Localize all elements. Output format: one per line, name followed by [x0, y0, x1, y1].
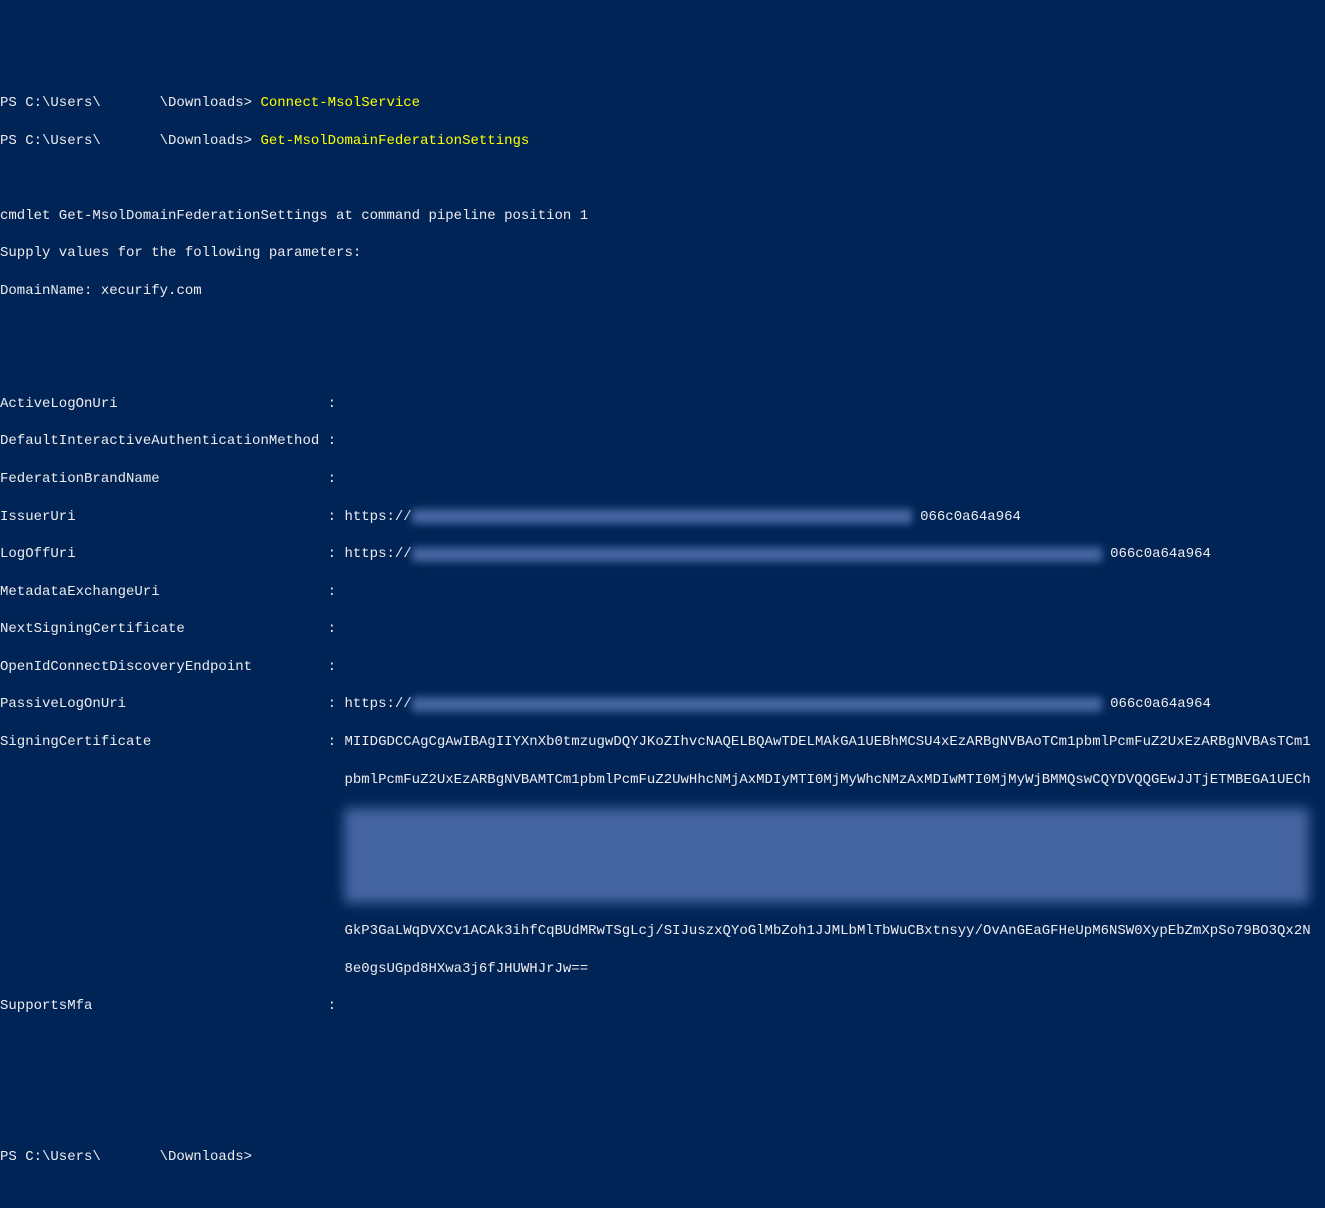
cmdlet-info-1: cmdlet Get-MsolDomainFederationSettings … — [0, 207, 1325, 226]
key-openid: OpenIdConnectDiscoveryEndpoint : — [0, 659, 336, 675]
key-nextsign: NextSigningCertificate : — [0, 621, 336, 637]
blank-4 — [0, 1035, 1325, 1054]
blank-6 — [0, 1110, 1325, 1129]
key-issuer: IssuerUri : — [0, 508, 344, 527]
command-line-2: PS C:\Users\ \Downloads> Get-MsolDomainF… — [0, 132, 1325, 151]
domain-name-label: DomainName: — [0, 283, 101, 299]
command-line-1: PS C:\Users\ \Downloads> Connect-MsolSer… — [0, 94, 1325, 113]
cert-redacted-block — [344, 808, 1309, 903]
kv-signcert-2: pbmlPcmFuZ2UxEzARBgNVBAMTCm1pbmlPcmFuZ2U… — [0, 771, 1325, 790]
kv-metadata: MetadataExchangeUri : — [0, 583, 1325, 602]
cert-line2: pbmlPcmFuZ2UxEzARBgNVBAMTCm1pbmlPcmFuZ2U… — [344, 772, 1310, 788]
kv-openid: OpenIdConnectDiscoveryEndpoint : — [0, 658, 1325, 677]
key-signcert: SigningCertificate : — [0, 734, 344, 750]
cert-indent-blur — [0, 846, 344, 865]
logoff-prefix: https:// — [344, 545, 411, 564]
cmdlet-info-3: DomainName: xecurify.com — [0, 282, 1325, 301]
blank-1 — [0, 169, 1325, 188]
cert-indent-7 — [0, 923, 344, 939]
cmd-connect: Connect-MsolService — [260, 95, 420, 111]
cert-indent-8 — [0, 961, 344, 977]
key-logoff: LogOffUri : — [0, 545, 344, 564]
cmdlet-info-2: Supply values for the following paramete… — [0, 244, 1325, 263]
key-passive: PassiveLogOnUri : — [0, 695, 344, 714]
blank-5 — [0, 1072, 1325, 1091]
kv-passive: PassiveLogOnUri : https:// 066c0a64a964 — [0, 695, 1325, 714]
prompt-1: PS C:\Users\ \Downloads> — [0, 95, 260, 111]
issuer-suffix: 066c0a64a964 — [920, 508, 1021, 527]
cert-line8: 8e0gsUGpd8HXwa3j6fJHUWHJrJw== — [344, 961, 588, 977]
domain-name-value: xecurify.com — [101, 283, 202, 299]
key-defaultauth: DefaultInteractiveAuthenticationMethod : — [0, 433, 336, 449]
kv-signcert-8: 8e0gsUGpd8HXwa3j6fJHUWHJrJw== — [0, 960, 1325, 979]
kv-signcert-1: SigningCertificate : MIIDGDCCAgCgAwIBAgI… — [0, 733, 1325, 752]
final-prompt-line[interactable]: PS C:\Users\ \Downloads> — [0, 1148, 1325, 1167]
kv-issuer: IssuerUri : https:// 066c0a64a964 — [0, 508, 1325, 527]
prompt-2: PS C:\Users\ \Downloads> — [0, 133, 260, 149]
issuer-prefix: https:// — [344, 508, 411, 527]
blank-2 — [0, 320, 1325, 339]
key-activelogon: ActiveLogOnUri : — [0, 396, 336, 412]
key-metadata: MetadataExchangeUri : — [0, 584, 336, 600]
kv-default-auth: DefaultInteractiveAuthenticationMethod : — [0, 432, 1325, 451]
cert-indent-2 — [0, 772, 344, 788]
kv-signcert-blurred — [0, 808, 1325, 903]
passive-redacted — [412, 697, 1102, 712]
kv-signcert-7: GkP3GaLWqDVXCv1ACAk3ihfCqBUdMRwTSgLcj/SI… — [0, 922, 1325, 941]
key-supportsmfa: SupportsMfa : — [0, 998, 336, 1014]
terminal-output[interactable]: PS C:\Users\ \Downloads> Connect-MsolSer… — [0, 75, 1325, 1185]
issuer-redacted — [412, 509, 912, 524]
logoff-redacted — [412, 547, 1102, 562]
logoff-suffix: 066c0a64a964 — [1110, 545, 1211, 564]
kv-supportsmfa: SupportsMfa : — [0, 997, 1325, 1016]
kv-nextsign: NextSigningCertificate : — [0, 620, 1325, 639]
key-fedbrand: FederationBrandName : — [0, 471, 336, 487]
kv-active-logon: ActiveLogOnUri : — [0, 395, 1325, 414]
passive-suffix: 066c0a64a964 — [1110, 695, 1211, 714]
blank-3 — [0, 357, 1325, 376]
cert-line7: GkP3GaLWqDVXCv1ACAk3ihfCqBUdMRwTSgLcj/SI… — [344, 923, 1310, 939]
kv-fedbrand: FederationBrandName : — [0, 470, 1325, 489]
kv-logoff: LogOffUri : https:// 066c0a64a964 — [0, 545, 1325, 564]
final-prompt: PS C:\Users\ \Downloads> — [0, 1149, 260, 1165]
passive-prefix: https:// — [344, 695, 411, 714]
cmd-get-federation: Get-MsolDomainFederationSettings — [260, 133, 529, 149]
cert-line1: MIIDGDCCAgCgAwIBAgIIYXnXb0tmzugwDQYJKoZI… — [344, 734, 1310, 750]
